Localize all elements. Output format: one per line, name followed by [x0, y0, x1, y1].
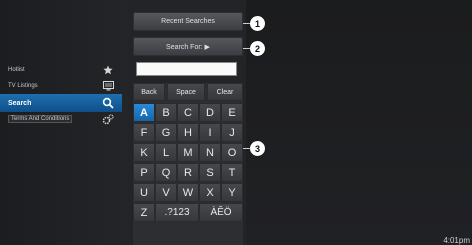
key-x[interactable]: X: [199, 183, 221, 202]
key-n[interactable]: N: [199, 143, 221, 162]
key-s[interactable]: S: [199, 163, 221, 182]
search-icon: [102, 97, 114, 109]
search-input[interactable]: [136, 62, 237, 76]
clock: 4:01pm: [443, 236, 470, 245]
key-l[interactable]: L: [155, 143, 177, 162]
key-c[interactable]: C: [177, 103, 199, 122]
key-o[interactable]: O: [221, 143, 243, 162]
key-v[interactable]: V: [155, 183, 177, 202]
key-z[interactable]: Z: [133, 203, 155, 222]
onscreen-keyboard: Back Space Clear A B C D E F G H I J K L…: [133, 83, 243, 245]
sidebar-item-label: Terms And Conditions: [8, 115, 73, 123]
key-back[interactable]: Back: [133, 83, 165, 101]
gears-icon: [102, 113, 114, 125]
sidebar-item-search[interactable]: Search: [0, 94, 122, 112]
star-icon: [102, 64, 114, 76]
sidebar-item-terms[interactable]: Terms And Conditions: [0, 111, 122, 127]
sidebar-item-label: Hotlist: [8, 67, 25, 73]
key-j[interactable]: J: [221, 123, 243, 142]
key-r[interactable]: R: [177, 163, 199, 182]
sidebar-item-tv-listings[interactable]: TV Listings: [0, 78, 122, 94]
sidebar-item-label: Search: [8, 99, 32, 107]
key-space[interactable]: Space: [167, 83, 205, 101]
key-u[interactable]: U: [133, 183, 155, 202]
callout-1: 1: [250, 16, 265, 31]
search-for-button[interactable]: Search For: ▶: [133, 37, 243, 56]
key-t[interactable]: T: [221, 163, 243, 182]
key-y[interactable]: Y: [221, 183, 243, 202]
key-h[interactable]: H: [177, 123, 199, 142]
key-w[interactable]: W: [177, 183, 199, 202]
key-numbers-symbols[interactable]: .?123: [155, 203, 199, 222]
results-panel: [246, 0, 472, 245]
sidebar-item-hotlist[interactable]: Hotlist: [0, 62, 122, 78]
sidebar: Hotlist TV Listings Search Terms And Con…: [0, 0, 128, 245]
key-e[interactable]: E: [221, 103, 243, 122]
recent-searches-button[interactable]: Recent Searches: [133, 12, 243, 31]
key-a[interactable]: A: [133, 103, 155, 122]
callout-3: 3: [250, 141, 265, 156]
key-m[interactable]: M: [177, 143, 199, 162]
key-i[interactable]: I: [199, 123, 221, 142]
callout-2: 2: [250, 41, 265, 56]
sidebar-item-label: TV Listings: [8, 83, 38, 89]
key-clear[interactable]: Clear: [207, 83, 243, 101]
key-p[interactable]: P: [133, 163, 155, 182]
key-q[interactable]: Q: [155, 163, 177, 182]
tv-guide-icon: [102, 80, 114, 92]
key-accents[interactable]: ÀÊÖ: [199, 203, 243, 222]
key-d[interactable]: D: [199, 103, 221, 122]
key-f[interactable]: F: [133, 123, 155, 142]
key-k[interactable]: K: [133, 143, 155, 162]
key-b[interactable]: B: [155, 103, 177, 122]
key-g[interactable]: G: [155, 123, 177, 142]
